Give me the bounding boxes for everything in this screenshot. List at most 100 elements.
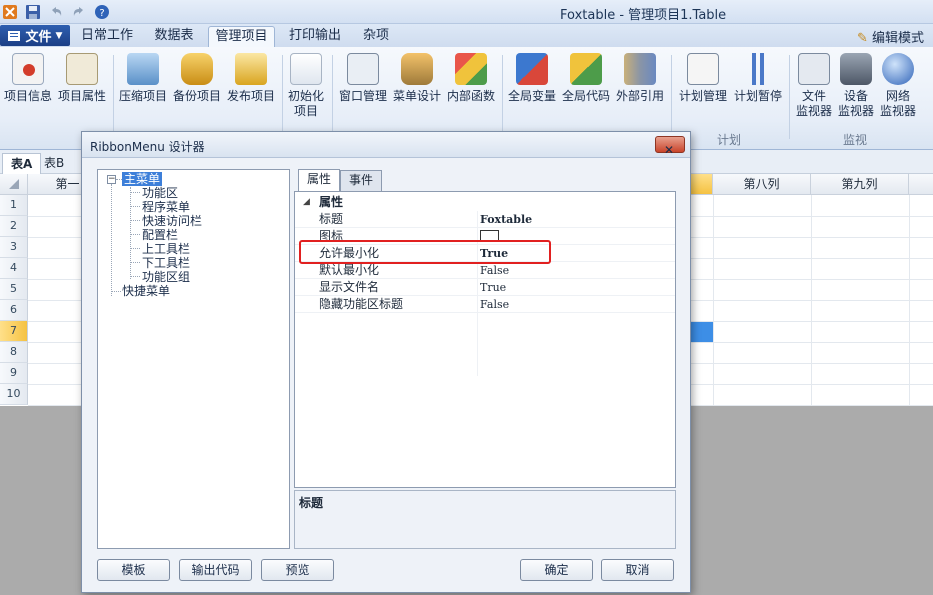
tab-properties[interactable]: 属性 <box>298 169 340 192</box>
network-monitor-button[interactable]: 网络 监视器 <box>877 53 919 119</box>
tree-node-main-menu[interactable]: 主菜单 <box>122 172 163 186</box>
row-header[interactable]: 10 <box>0 384 28 405</box>
tree-node[interactable]: 功能区组 <box>142 270 190 284</box>
group-label-schedule: 计划 <box>717 133 742 147</box>
save-icon[interactable] <box>23 3 43 21</box>
internal-function-button[interactable]: 内部函数 <box>444 53 498 104</box>
tree-guide <box>130 234 140 235</box>
tab-print-output[interactable]: 打印输出 <box>282 26 348 47</box>
redo-icon[interactable] <box>69 3 89 21</box>
grid-line <box>713 195 714 406</box>
tree-node[interactable]: 快速访问栏 <box>142 214 202 228</box>
edit-mode-button[interactable]: ✎ 编辑模式 <box>857 27 924 46</box>
grid-corner[interactable] <box>0 174 28 195</box>
window-title: Foxtable - 管理项目1.Table <box>560 8 727 23</box>
file-menu-icon <box>7 30 20 41</box>
preview-button[interactable]: 预览 <box>261 559 334 581</box>
title-bar: ? Foxtable - 管理项目1.Table <box>0 0 933 24</box>
window-manage-button[interactable]: 窗口管理 <box>336 53 390 104</box>
menu-design-button[interactable]: 菜单设计 <box>390 53 444 104</box>
ribbon-separator <box>502 55 503 139</box>
tree-node[interactable]: 配置栏 <box>142 228 178 242</box>
property-row-hide-ribbon-title[interactable]: 隐藏功能区标题 False <box>295 296 675 313</box>
row-header[interactable]: 8 <box>0 342 28 363</box>
global-code-button[interactable]: 全局代码 <box>559 53 613 104</box>
network-monitor-label-2: 监视器 <box>879 104 916 118</box>
ok-button[interactable]: 确定 <box>520 559 593 581</box>
ribbon-separator <box>282 55 283 139</box>
device-monitor-icon <box>840 53 872 85</box>
file-menu-button[interactable]: 文件 ▼ <box>0 25 70 46</box>
tab-events[interactable]: 事件 <box>340 170 382 191</box>
export-code-button[interactable]: 输出代码 <box>179 559 252 581</box>
tab-misc[interactable]: 杂项 <box>356 26 396 47</box>
device-monitor-button[interactable]: 设备 监视器 <box>835 53 877 119</box>
property-category: ◢ 属性 <box>295 194 675 211</box>
sheet-tab-b[interactable]: 表B <box>36 153 72 174</box>
global-variable-label: 全局变量 <box>507 89 556 103</box>
row-header[interactable]: 3 <box>0 237 28 258</box>
tab-manage-project[interactable]: 管理项目 <box>208 26 275 47</box>
cancel-button[interactable]: 取消 <box>601 559 674 581</box>
row-header[interactable]: 5 <box>0 279 28 300</box>
property-value[interactable]: Foxtable <box>480 211 532 228</box>
property-name: 标题 <box>319 212 344 226</box>
publish-project-button[interactable]: 发布项目 <box>224 53 278 104</box>
project-properties-label: 项目属性 <box>57 89 106 103</box>
dialog-close-button[interactable]: ✕ <box>655 136 685 157</box>
app-logo-icon[interactable] <box>0 3 20 21</box>
description-title: 标题 <box>299 496 324 510</box>
file-monitor-icon <box>798 53 830 85</box>
external-reference-label: 外部引用 <box>615 89 664 103</box>
column-header-eighth[interactable]: 第八列 <box>713 174 811 195</box>
column-header-selected[interactable] <box>691 174 713 195</box>
row-header[interactable]: 6 <box>0 300 28 321</box>
undo-icon[interactable] <box>46 3 66 21</box>
tree-node[interactable]: 程序菜单 <box>142 200 190 214</box>
property-row-title[interactable]: 标题 Foxtable <box>295 211 675 228</box>
menu-tree[interactable]: − 主菜单 功能区 程序菜单 快速访问栏 配置栏 上工具栏 下工具栏 功能区组 … <box>97 169 290 549</box>
template-button[interactable]: 模板 <box>97 559 170 581</box>
file-monitor-button[interactable]: 文件 监视器 <box>793 53 835 119</box>
property-row-default-minimize[interactable]: 默认最小化 False <box>295 262 675 279</box>
tree-guide <box>130 276 140 277</box>
collapse-triangle-icon[interactable]: ◢ <box>303 194 310 211</box>
tree-node[interactable]: 上工具栏 <box>142 242 190 256</box>
project-properties-icon <box>66 53 98 85</box>
property-row-show-filename[interactable]: 显示文件名 True <box>295 279 675 296</box>
schedule-pause-button[interactable]: 计划暂停 <box>731 53 785 104</box>
help-icon[interactable]: ? <box>92 3 112 21</box>
global-code-icon <box>570 53 602 85</box>
property-value[interactable]: True <box>480 279 506 296</box>
tab-daily-work[interactable]: 日常工作 <box>75 26 139 47</box>
tree-node-shortcut-menu[interactable]: 快捷菜单 <box>122 284 170 298</box>
tab-datasheet[interactable]: 数据表 <box>146 26 202 47</box>
project-info-button[interactable]: 项目信息 <box>3 53 53 104</box>
ribbon-tabs: 文件 ▼ 日常工作 数据表 管理项目 打印输出 杂项 ✎ 编辑模式 <box>0 24 933 47</box>
row-header[interactable]: 4 <box>0 258 28 279</box>
row-header[interactable]: 9 <box>0 363 28 384</box>
column-header-next[interactable] <box>909 174 933 195</box>
property-value[interactable]: False <box>480 296 509 313</box>
tree-node[interactable]: 下工具栏 <box>142 256 190 270</box>
property-grid[interactable]: ◢ 属性 标题 Foxtable 图标 允许最小化 True 默认最小化 Fal… <box>294 191 676 488</box>
tree-node[interactable]: 功能区 <box>142 186 178 200</box>
schedule-manage-button[interactable]: 计划管理 <box>676 53 730 104</box>
external-reference-button[interactable]: 外部引用 <box>613 53 667 104</box>
tree-collapse-icon[interactable]: − <box>107 175 116 184</box>
initialize-project-button[interactable]: 初始化 项目 <box>284 53 328 119</box>
row-header[interactable]: 2 <box>0 216 28 237</box>
menu-design-label: 菜单设计 <box>392 89 441 103</box>
column-header-ninth[interactable]: 第九列 <box>811 174 909 195</box>
backup-project-button[interactable]: 备份项目 <box>171 53 223 104</box>
project-properties-button[interactable]: 项目属性 <box>56 53 108 104</box>
selected-cell[interactable] <box>691 322 713 342</box>
row-header[interactable]: 1 <box>0 195 28 216</box>
schedule-pause-label: 计划暂停 <box>733 89 782 103</box>
compress-project-button[interactable]: 压缩项目 <box>117 53 169 104</box>
tree-guide <box>111 291 121 292</box>
row-header-selected[interactable]: 7 <box>0 321 28 342</box>
global-variable-button[interactable]: 全局变量 <box>505 53 559 104</box>
global-variable-icon <box>516 53 548 85</box>
property-value[interactable]: False <box>480 262 509 279</box>
